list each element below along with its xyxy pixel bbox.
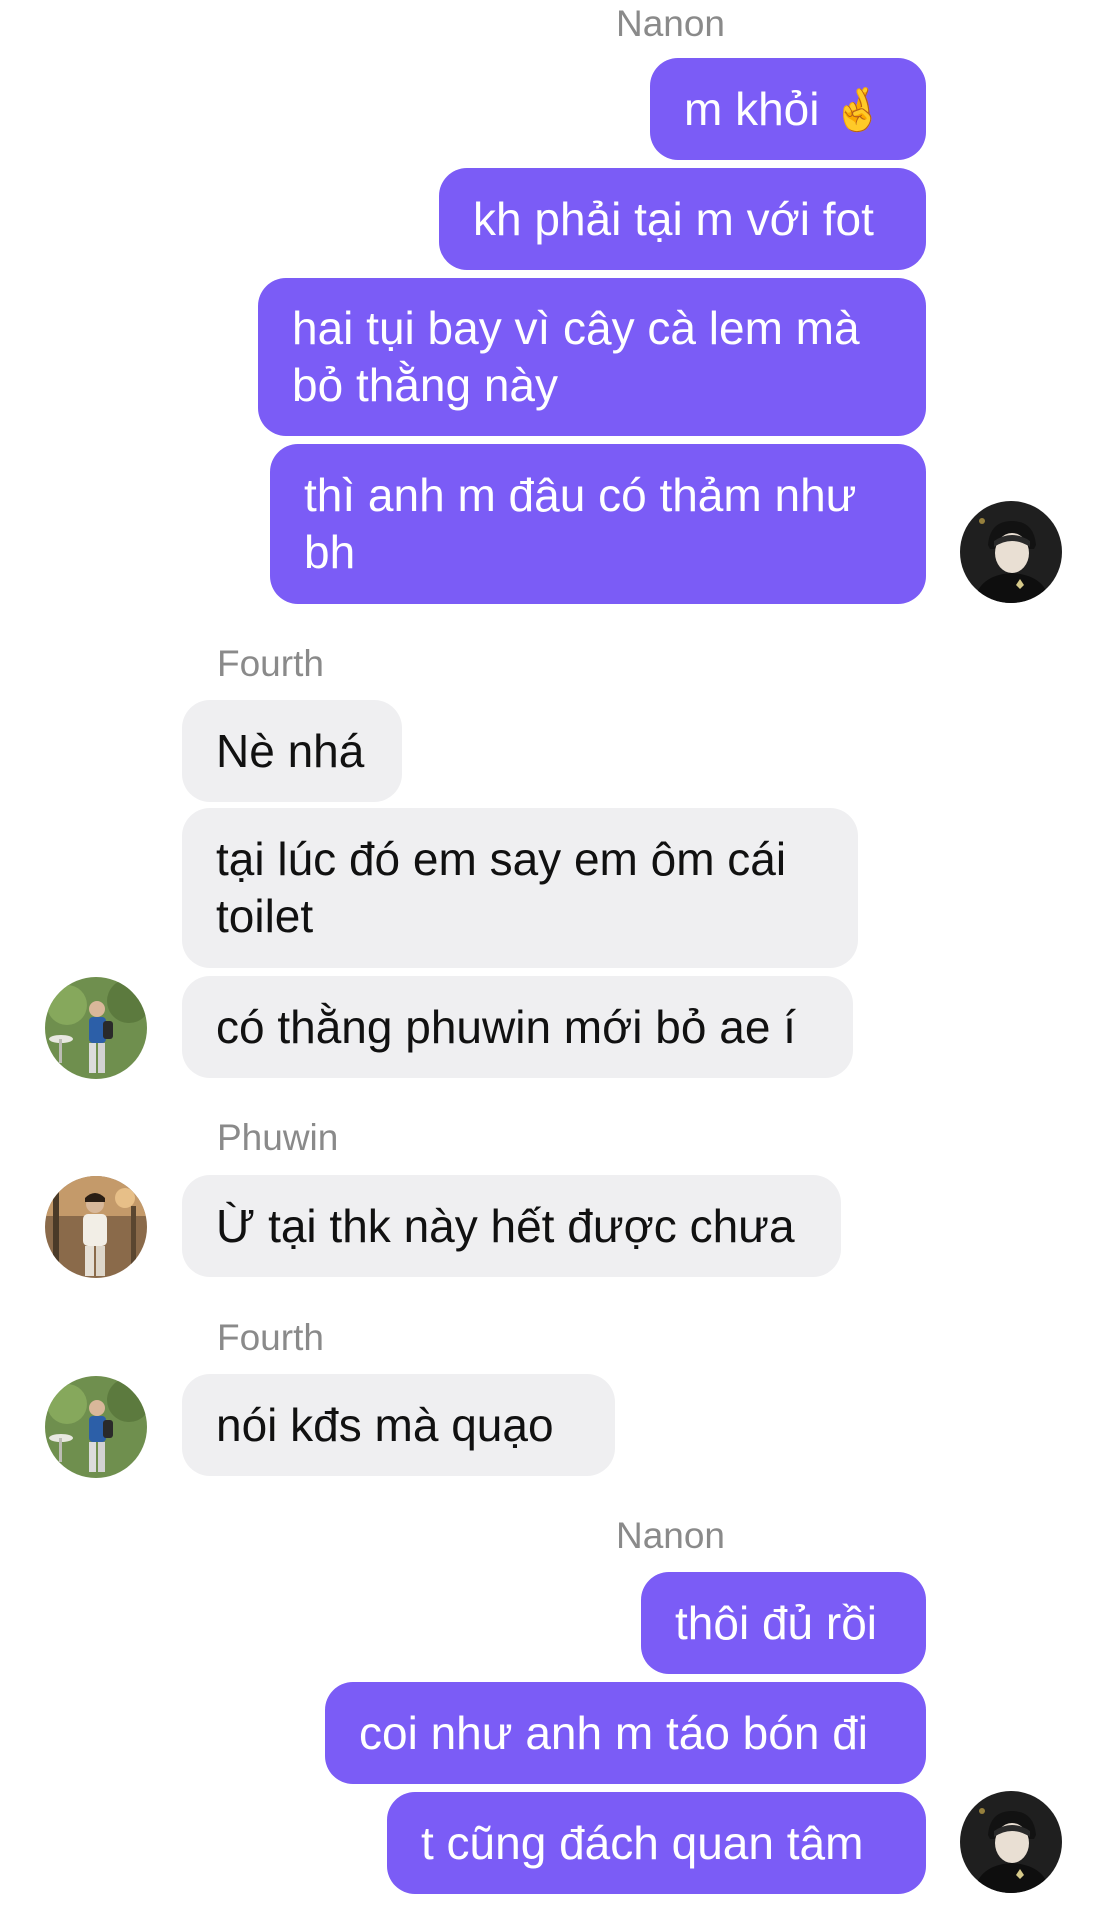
message-text-line: hai tụi bay vì cây cà lem mà <box>292 302 860 354</box>
message-text: m khỏi <box>684 82 820 135</box>
message-text-line: thì anh m đâu có thảm như <box>304 469 857 521</box>
fourth-avatar[interactable] <box>45 1376 147 1478</box>
message-bubble[interactable]: Ừ tại thk này hết được chưa <box>182 1175 841 1277</box>
message-bubble[interactable]: tại lúc đó em say em ôm cái toilet <box>182 808 858 968</box>
message-text: kh phải tại m với fot <box>473 192 874 245</box>
sender-name-nanon: Nanon <box>615 1515 725 1556</box>
fourth-avatar[interactable] <box>45 977 147 1079</box>
message-text-line: bỏ thằng này <box>292 359 559 411</box>
message-bubble[interactable]: nói kđs mà quạo <box>182 1374 615 1476</box>
nanon-avatar[interactable] <box>960 501 1062 603</box>
message-text: nói kđs mà quạo <box>216 1398 554 1451</box>
message-text: t cũng đách quan tâm <box>421 1816 864 1869</box>
crossed-fingers-emoji: 🤞 <box>831 84 884 134</box>
message-bubble[interactable]: hai tụi bay vì cây cà lem mà bỏ thằng nà… <box>258 278 926 436</box>
message-text: Nè nhá <box>216 724 365 777</box>
message-text: có thằng phuwin mới bỏ ae í <box>216 1000 796 1053</box>
message-bubble[interactable]: t cũng đách quan tâm <box>387 1792 926 1894</box>
message-bubble[interactable]: có thằng phuwin mới bỏ ae í <box>182 976 853 1078</box>
nanon-avatar[interactable] <box>960 1791 1062 1893</box>
message-bubble[interactable]: Nè nhá <box>182 700 402 802</box>
message-text: Ừ tại thk này hết được chưa <box>216 1199 795 1252</box>
sender-name-fourth: Fourth <box>217 1317 324 1358</box>
message-bubble[interactable]: kh phải tại m với fot <box>439 168 926 270</box>
phuwin-avatar[interactable] <box>45 1176 147 1278</box>
message-text: thôi đủ rồi <box>675 1596 878 1649</box>
sender-name-nanon: Nanon <box>615 3 725 44</box>
sender-name-phuwin: Phuwin <box>217 1117 339 1158</box>
message-bubble[interactable]: thôi đủ rồi <box>641 1572 926 1674</box>
message-bubble[interactable]: coi như anh m táo bón đi <box>325 1682 926 1784</box>
message-bubble[interactable]: m khỏi 🤞 <box>650 58 926 160</box>
message-text-line: tại lúc đó em say em ôm cái <box>216 833 787 885</box>
sender-name-fourth: Fourth <box>217 643 324 684</box>
message-text-line: toilet <box>216 890 314 942</box>
message-bubble[interactable]: thì anh m đâu có thảm như bh <box>270 444 926 604</box>
message-text: coi như anh m táo bón đi <box>359 1706 869 1759</box>
message-text-line: bh <box>304 526 356 578</box>
